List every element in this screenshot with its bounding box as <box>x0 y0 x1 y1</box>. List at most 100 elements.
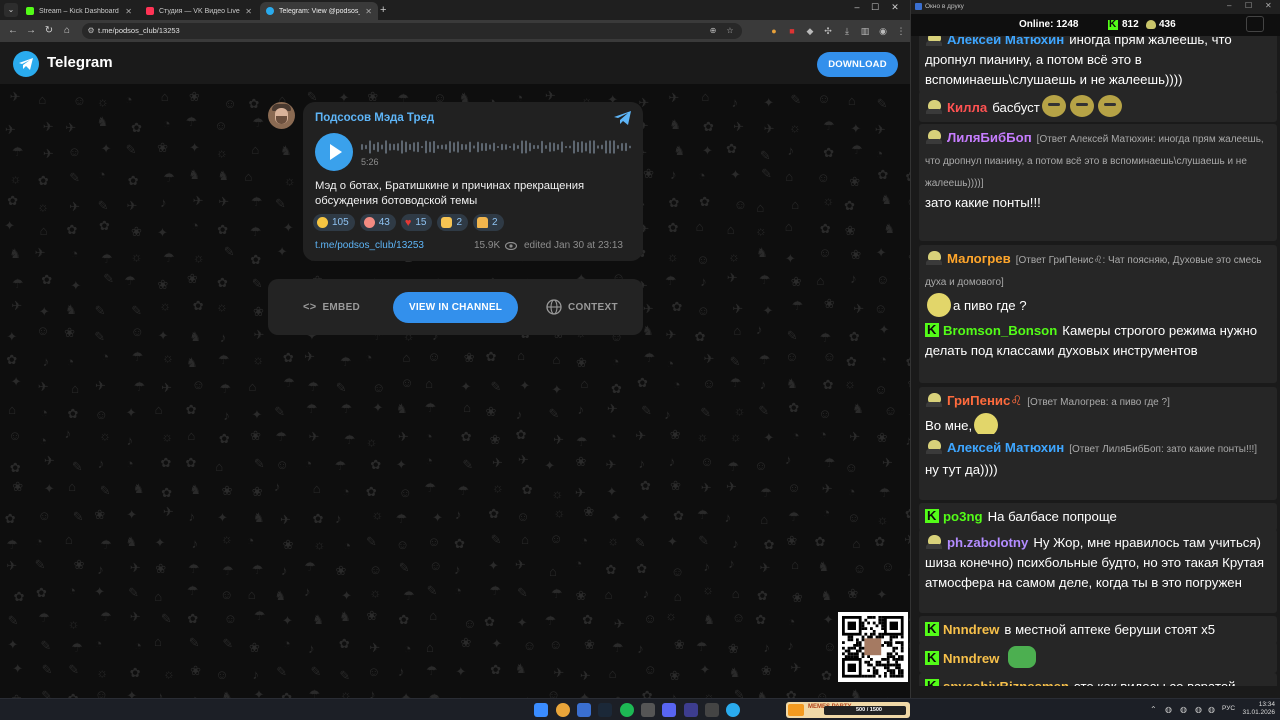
background-doodle: ✦ <box>491 635 503 651</box>
steam-taskbar-icon[interactable] <box>598 703 612 717</box>
reaction-grin[interactable]: 105 <box>313 214 355 231</box>
play-audio-button[interactable] <box>315 133 353 171</box>
discord-taskbar-icon[interactable] <box>662 703 676 717</box>
clock[interactable]: 13:34 31.01.2026 <box>1241 701 1275 717</box>
audio-waveform[interactable] <box>361 139 631 155</box>
chat-username[interactable]: Алексей Матюхин <box>947 36 1064 47</box>
reaction-heart[interactable]: ♥ 15 <box>400 214 433 231</box>
zoom-icon[interactable]: ⊕ <box>708 26 718 36</box>
app-taskbar-icon[interactable] <box>705 703 719 717</box>
chat-username[interactable]: Nnndrew <box>943 651 999 666</box>
browser-window: ⌄ Stream – Kick Dashboard ✕ Студия — VK … <box>0 0 910 698</box>
channel-name[interactable]: Подсосов Мэда Тред <box>315 112 434 124</box>
tab-search-button[interactable]: ⌄ <box>4 3 18 17</box>
waveform-bar <box>553 142 555 152</box>
url-text[interactable]: t.me/podsos_club/13253 <box>98 26 180 35</box>
close-tab-icon[interactable]: ✕ <box>365 7 372 16</box>
start-button-icon[interactable] <box>534 703 548 717</box>
background-doodle: ☂ <box>133 378 146 394</box>
tray-app-icon[interactable]: ◍ <box>1165 705 1172 714</box>
background-doodle: ❀ <box>849 173 861 189</box>
reload-button[interactable]: ↻ <box>42 24 56 38</box>
sidebar-icon[interactable]: ▥ <box>858 24 872 38</box>
forward-button[interactable]: → <box>24 24 38 38</box>
minimize-button[interactable]: – <box>1227 1 1231 10</box>
tray-app-icon[interactable]: ◍ <box>1208 705 1215 714</box>
site-info-icon[interactable]: ⚙ <box>86 26 96 36</box>
reaction-pray[interactable]: 2 <box>473 214 504 231</box>
chat-username[interactable]: ЛиляБибБоп <box>947 130 1032 145</box>
close-tab-icon[interactable]: ✕ <box>125 7 132 16</box>
close-window-button[interactable]: ✕ <box>1265 1 1272 10</box>
chat-username[interactable]: spyashiyBiznesmen <box>943 679 1069 686</box>
tab-telegram[interactable]: Telegram: View @podsos_club ✕ <box>260 2 378 20</box>
post-link[interactable]: t.me/podsos_club/13253 <box>315 240 424 251</box>
background-doodle: ♪ <box>850 271 857 287</box>
tab-kick-dashboard[interactable]: Stream – Kick Dashboard ✕ <box>20 2 138 20</box>
tab-vk-studio[interactable]: Студия — VK Видео Live ✕ <box>140 2 258 20</box>
memes-party-widget[interactable]: MEMES PARTY 500 / 1500 <box>786 702 910 718</box>
chat-username[interactable]: Nnndrew <box>943 622 999 637</box>
waveform-bar <box>369 140 371 154</box>
telegram-logo-icon[interactable] <box>13 51 39 77</box>
maximize-button[interactable]: ☐ <box>866 2 884 13</box>
tray-chevron-icon[interactable]: ⌃ <box>1150 705 1157 714</box>
channel-avatar[interactable] <box>268 102 295 129</box>
chat-username[interactable]: Bromson_Bonson <box>943 323 1057 338</box>
extensions-puzzle-icon[interactable]: ✣ <box>821 24 835 38</box>
menu-kebab-icon[interactable]: ⋮ <box>894 24 908 38</box>
telegram-taskbar-icon[interactable] <box>726 703 740 717</box>
obs-taskbar-icon[interactable] <box>641 703 655 717</box>
reaction-clap[interactable]: 2 <box>437 214 469 231</box>
background-doodle: ☼ <box>665 608 677 624</box>
extension-icon[interactable]: ◆ <box>803 24 817 38</box>
chat-username[interactable]: Килла <box>947 100 987 115</box>
home-button[interactable]: ⌂ <box>60 24 74 38</box>
background-doodle: ⌂ <box>160 89 169 105</box>
tray-app-icon[interactable]: ◍ <box>1195 705 1202 714</box>
spotify-taskbar-icon[interactable] <box>620 703 634 717</box>
background-doodle: ◔ <box>847 484 856 500</box>
background-doodle: ☼ <box>844 375 856 391</box>
background-doodle: ❀ <box>673 637 685 653</box>
extension-icon[interactable]: ■ <box>785 24 799 38</box>
new-tab-button[interactable]: + <box>380 3 386 17</box>
reaction-clown[interactable]: 43 <box>359 214 396 231</box>
pepe-emote-icon <box>1069 95 1094 117</box>
explorer-taskbar-icon[interactable] <box>577 703 591 717</box>
downloads-icon[interactable]: ⤓ <box>840 24 854 38</box>
bookmark-star-icon[interactable]: ☆ <box>725 26 735 36</box>
background-doodle: ☺ <box>549 530 563 546</box>
tray-app-icon[interactable]: ◍ <box>1180 705 1187 714</box>
app-taskbar-icon[interactable] <box>684 703 698 717</box>
share-icon[interactable] <box>613 110 632 131</box>
back-button[interactable]: ← <box>6 24 20 38</box>
address-bar[interactable]: ⚙ t.me/podsos_club/13253 ⊕ ☆ <box>82 23 742 39</box>
post-action-bar: <> EMBED VIEW IN CHANNEL CONTEXT <box>268 279 643 335</box>
background-doodle: ♪ <box>664 406 671 422</box>
close-tab-icon[interactable]: ✕ <box>245 7 252 16</box>
background-doodle: ✈ <box>853 301 865 317</box>
extension-icon[interactable]: ● <box>767 24 781 38</box>
chat-username[interactable]: Малогрев <box>947 251 1011 266</box>
download-button[interactable]: DOWNLOAD <box>817 52 898 77</box>
chrome-taskbar-icon[interactable] <box>556 703 570 717</box>
close-window-button[interactable]: ✕ <box>886 2 904 13</box>
stats-toggle-button[interactable] <box>1246 16 1264 32</box>
profile-icon[interactable]: ◉ <box>876 24 890 38</box>
chat-username[interactable]: ГриПенис♌ <box>947 393 1022 408</box>
background-doodle: ♪ <box>126 433 134 449</box>
context-button[interactable]: CONTEXT <box>546 279 618 335</box>
chat-username[interactable]: ph.zabolotny <box>947 535 1028 550</box>
background-doodle: ✦ <box>702 143 713 159</box>
telegram-title[interactable]: Telegram <box>47 54 113 71</box>
embed-button[interactable]: <> EMBED <box>303 279 360 335</box>
maximize-button[interactable]: ☐ <box>1245 1 1252 10</box>
minimize-button[interactable]: – <box>848 2 866 12</box>
chat-username[interactable]: Алексей Матюхин <box>947 440 1064 455</box>
language-indicator[interactable]: РУС <box>1222 705 1235 712</box>
view-in-channel-button[interactable]: VIEW IN CHANNEL <box>393 292 518 323</box>
background-doodle: ❀ <box>221 483 233 499</box>
background-doodle: ✦ <box>455 663 467 679</box>
chat-username[interactable]: po3ng <box>943 509 983 524</box>
